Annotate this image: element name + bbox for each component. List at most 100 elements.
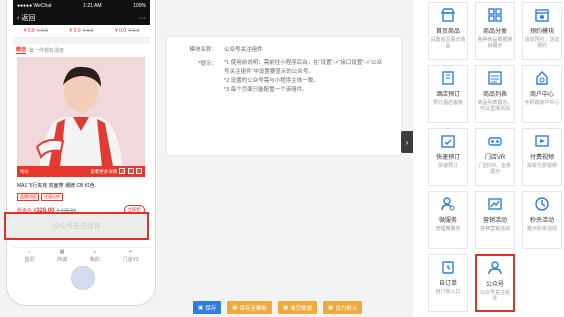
component-card[interactable]: 付费视频 观看付费视频 xyxy=(522,128,562,186)
component-card[interactable]: 微服务 管理微服务 xyxy=(428,191,468,249)
clock-icon xyxy=(534,196,550,212)
component-card[interactable]: 商品列表 商品列表展示，可以直接添加 xyxy=(475,65,515,123)
section-title: 精选 xyxy=(16,47,27,54)
strip-item[interactable]: ¥ 0.0 ¥ 0.0 xyxy=(69,28,93,34)
back-label: 返回 xyxy=(21,15,36,22)
tag: 优惠促销 xyxy=(41,193,63,201)
carrier: ●●●●● WeChat xyxy=(17,2,52,9)
chevron-left-icon: ‹ xyxy=(17,14,20,22)
merchant-icon xyxy=(534,70,550,86)
save-button[interactable]: ▣ 保存 xyxy=(193,301,222,314)
component-desc: 公众号关注组件 xyxy=(479,290,510,302)
tab-mine[interactable]: ☺ 我的 xyxy=(90,249,100,263)
component-name: 商品分类 xyxy=(482,29,507,35)
module-name-label: 模块名称： xyxy=(189,47,217,53)
component-card[interactable]: 秒杀活动整点秒杀活动 xyxy=(522,191,562,249)
default-icon: ▣ xyxy=(328,304,334,311)
tab-store-v3[interactable]: ⌖ 门店V3 xyxy=(123,249,139,263)
strip-item[interactable]: ¥ 0.0 ¥ 0.0 xyxy=(24,28,48,34)
reset-button[interactable]: ▣ 清空数据 xyxy=(277,301,318,314)
component-card[interactable]: 自订单 自订单入口 xyxy=(428,254,468,312)
back-button[interactable]: ‹ 返回 xyxy=(17,13,35,23)
list-icon xyxy=(487,70,503,86)
component-card[interactable]: 快速预订 快速预订 xyxy=(428,128,468,186)
component-desc: 整点秒杀活动 xyxy=(526,226,557,232)
component-name: 快速预订 xyxy=(435,155,460,161)
marketing-icon xyxy=(487,196,503,212)
official-account-component[interactable]: 公众号关注组件 xyxy=(4,212,149,240)
product-info: MA1飞行夹克 双面穿 潮牌 CB 红色 品牌时尚 优惠促销 秒杀价 ¥328.… xyxy=(17,182,145,215)
component-desc: 观看付费视频 xyxy=(526,163,557,169)
share-icon[interactable]: ↗ xyxy=(119,168,126,174)
component-name: 酒店预订 xyxy=(435,92,460,98)
chevron-right-icon: › xyxy=(405,137,409,147)
component-name: 商品列表 xyxy=(482,92,507,98)
component-grid: 首页商品 设置首页展示商品 商品分类 各种商品根据类目展示 预约模块 消息预约，活动预约酒… xyxy=(428,2,564,312)
module-name-value[interactable]: 公众号关注组件 xyxy=(224,45,263,53)
component-card[interactable]: 门店VR 门店VR，全景展示 xyxy=(475,128,515,186)
hotel-icon xyxy=(440,70,456,86)
cart-icon[interactable]: ◻ xyxy=(136,168,142,174)
status-time: 1:21 AM xyxy=(83,2,102,9)
component-card[interactable]: 商户中心手机端商户中心 xyxy=(522,65,562,123)
home-button[interactable] xyxy=(71,266,95,290)
product-banner: 特价 查看更多详情 ↗ ♡ ◻ xyxy=(17,166,145,177)
status-bar: ●●●●● WeChat 1:21 AM 100% xyxy=(13,0,150,11)
component-name: 微服务 xyxy=(438,218,457,224)
component-card[interactable]: 预约模块消息预约，活动预约 xyxy=(522,2,562,60)
product-image[interactable] xyxy=(17,57,145,177)
footer-actions: ▣ 保存 ▣ 保存至模板 ▣ 清空数据 ▣ 设为默认 xyxy=(193,301,363,314)
component-name: 公众号 xyxy=(485,282,504,288)
tip-label: *提示： xyxy=(198,61,217,67)
shop-icon xyxy=(440,7,456,23)
component-desc: 自订单入口 xyxy=(435,289,461,295)
component-card[interactable]: 商品分类 各种商品根据类目展示 xyxy=(475,2,515,60)
component-panel: 首页商品 设置首页展示商品 商品分类 各种商品根据类目展示 预约模块 消息预约，活动预约酒… xyxy=(413,0,564,317)
tip-line: *3.每个页面只能配置一个该组件。 xyxy=(224,87,308,93)
component-desc: 预订酒店客房 xyxy=(432,100,463,106)
battery: 100% xyxy=(133,2,146,9)
collapse-panel-button[interactable]: › xyxy=(401,131,413,153)
nav-bar: ‹ 返回 ··· xyxy=(13,11,150,25)
component-desc: 手机端商户中心 xyxy=(524,100,560,106)
reset-icon: ▣ xyxy=(282,304,289,311)
tip-text: *1.使用前说明：需前往小程序后台，在“设置”->“接口设置”->“公众号关注组… xyxy=(224,59,384,95)
banner-badge: 特价 xyxy=(20,168,29,174)
component-card[interactable]: 酒店预订预订酒店客房 xyxy=(428,65,468,123)
product-name[interactable]: MA1飞行夹克 双面穿 潮牌 CB 红色 xyxy=(17,182,145,189)
component-desc: 管理微服务 xyxy=(435,226,461,232)
vr-icon xyxy=(487,133,503,149)
component-desc: 设置首页展示商品 xyxy=(430,37,466,49)
phone-preview: ●●●●● WeChat 1:21 AM 100% ‹ 返回 ··· ¥ 0.0… xyxy=(6,0,156,306)
product-tags: 品牌时尚 优惠促销 xyxy=(17,193,145,201)
strip-item[interactable]: ¥ 0.0 ¥ 0.0 xyxy=(115,28,139,34)
person-icon: ☺ xyxy=(92,249,98,255)
component-card[interactable]: 营销活动 各种营销活动 xyxy=(475,191,515,249)
tab-mall[interactable]: ▦ 商城 xyxy=(57,249,67,263)
component-name: 商户中心 xyxy=(529,92,554,98)
component-name: 首页商品 xyxy=(435,29,460,35)
more-icon[interactable]: ··· xyxy=(139,15,146,22)
component-desc: 消息预约，活动预约 xyxy=(524,37,560,49)
section-header: 精选 每一件都有温度 xyxy=(13,44,150,56)
calendar-icon xyxy=(534,7,550,23)
component-card[interactable]: 首页商品设置首页展示商品 xyxy=(428,2,468,60)
component-name: 秒杀活动 xyxy=(529,218,554,224)
settings-form: 模块名称： 公众号关注组件 *提示： *1.使用前说明：需前往小程序后台，在“设… xyxy=(166,36,402,156)
component-name: 自订单 xyxy=(438,281,457,287)
banner-hint: 查看更多详情 xyxy=(90,169,118,174)
tab-bar: ⌂ 首页 ▦ 商城 ☺ 我的 ⌖ 门店V3 xyxy=(13,247,150,264)
user-icon xyxy=(487,260,503,276)
like-icon[interactable]: ♡ xyxy=(127,168,134,174)
component-card[interactable]: 公众号公众号关注组件 xyxy=(475,254,515,312)
component-name: 预约模块 xyxy=(529,29,554,35)
model-photo-icon xyxy=(17,57,145,177)
section-subtitle: 每一件都有温度 xyxy=(29,47,65,54)
tab-home[interactable]: ⌂ 首页 xyxy=(24,249,34,263)
set-default-button[interactable]: ▣ 设为默认 xyxy=(323,301,363,314)
home-icon: ⌂ xyxy=(27,249,31,255)
component-desc: 门店VR，全景展示 xyxy=(479,163,511,175)
location-icon: ⌖ xyxy=(129,249,132,255)
tip-line: *2.设置的公众号需与小程序主体一致。 xyxy=(224,78,319,84)
save-template-button[interactable]: ▣ 保存至模板 xyxy=(227,301,272,314)
